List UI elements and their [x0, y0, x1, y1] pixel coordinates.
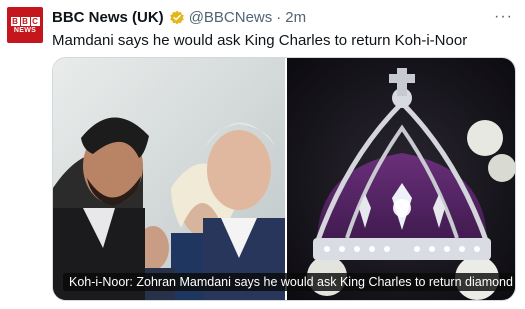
tweet-header: BBC News (UK) @BBCNews · 2m	[52, 9, 306, 26]
user-handle[interactable]: @BBCNews	[189, 9, 273, 26]
tweet-text: Mamdani says he would ask King Charles t…	[52, 32, 468, 49]
separator-dot: ·	[276, 9, 282, 26]
bbc-logo-letter: B	[10, 16, 20, 26]
photo-mamdani-king-charles[interactable]	[53, 58, 285, 300]
media-caption: Koh-i-Noor: Zohran Mamdani says he would…	[63, 273, 515, 291]
verified-badge-icon	[169, 10, 185, 26]
avatar[interactable]: B B C NEWS	[7, 7, 43, 43]
photo-imperial-state-crown[interactable]	[287, 58, 515, 300]
more-horizontal-icon[interactable]: ···	[494, 8, 513, 26]
bbc-logo-letter: C	[30, 16, 40, 26]
timestamp[interactable]: 2m	[285, 9, 306, 26]
bbc-logo: B B C	[10, 16, 40, 26]
avatar-news-label: NEWS	[13, 26, 37, 34]
display-name[interactable]: BBC News (UK)	[52, 9, 164, 26]
tweet-media[interactable]: Koh-i-Noor: Zohran Mamdani says he would…	[52, 57, 516, 301]
bbc-logo-letter: B	[20, 16, 30, 26]
